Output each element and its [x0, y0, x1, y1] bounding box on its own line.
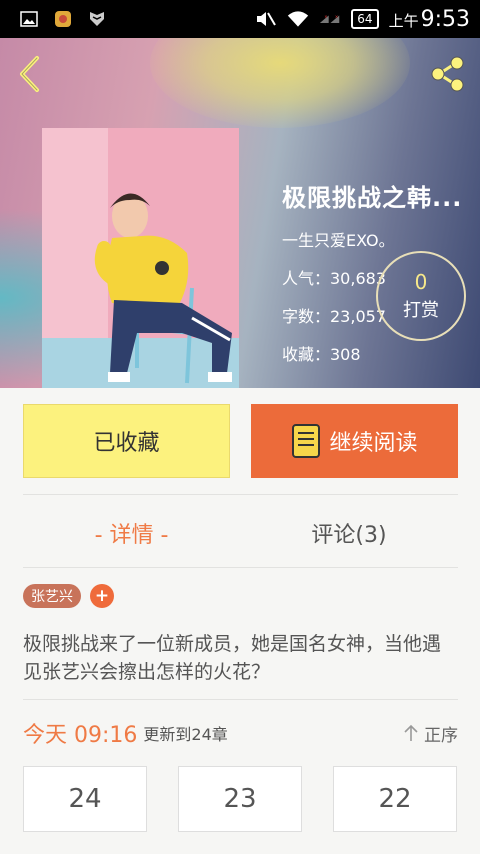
- collected-button[interactable]: 已收藏: [23, 404, 230, 478]
- mute-icon: [255, 10, 277, 28]
- back-button[interactable]: [12, 54, 48, 94]
- sort-toggle[interactable]: 正序: [402, 721, 458, 746]
- book-icon: [292, 424, 321, 458]
- status-bar: × × 64 上午9:53: [0, 0, 480, 38]
- divider: [23, 567, 458, 568]
- sort-up-icon: [404, 724, 418, 741]
- continue-reading-label: 继续阅读: [329, 431, 418, 456]
- book-description: 极限挑战来了一位新成员，她是国名女神，当他遇见张艺兴会擦出怎样的火花？: [23, 633, 442, 683]
- wifi-icon: [287, 10, 309, 28]
- app-icon: [52, 10, 74, 28]
- book-cover[interactable]: [42, 128, 239, 388]
- tab-details[interactable]: - 详情 -: [23, 500, 240, 566]
- battery-indicator: 64: [351, 9, 379, 29]
- divider: [23, 494, 458, 495]
- book-author[interactable]: 一生只爱EXO。: [282, 227, 472, 251]
- sort-label: 正序: [424, 725, 458, 746]
- continue-reading-button[interactable]: 继续阅读: [251, 404, 458, 478]
- shield-icon: [86, 10, 108, 28]
- signal-icon: × ×: [319, 10, 341, 28]
- tip-count: 0: [414, 270, 428, 294]
- svg-text:×: ×: [325, 14, 328, 19]
- svg-text:×: ×: [335, 14, 338, 19]
- book-header: 极限挑战之韩... 一生只爱EXO。 人气：30,683 字数：23,057 收…: [0, 38, 480, 388]
- book-favorites: 收藏：308: [282, 345, 361, 364]
- image-icon: [18, 10, 40, 28]
- book-title: 极限挑战之韩...: [282, 184, 463, 212]
- clock: 上午9:53: [388, 6, 470, 32]
- update-row: 今天 09:16 更新到24章 正序: [23, 716, 458, 750]
- divider: [23, 699, 458, 700]
- share-icon: [431, 56, 464, 92]
- cover-illustration: [42, 128, 239, 388]
- add-tag-button[interactable]: +: [90, 584, 114, 608]
- tab-comments[interactable]: 评论(3): [240, 500, 458, 566]
- back-icon: [20, 56, 39, 92]
- update-status: 更新到24章: [143, 725, 228, 744]
- chapter-button[interactable]: 24: [23, 766, 147, 832]
- chapter-button[interactable]: 23: [178, 766, 302, 832]
- tag-chip[interactable]: 张艺兴: [23, 584, 81, 608]
- share-button[interactable]: [428, 54, 468, 94]
- tip-button[interactable]: 0 打赏: [376, 251, 466, 341]
- tip-label: 打赏: [403, 300, 439, 321]
- chapter-button[interactable]: 22: [333, 766, 457, 832]
- update-time: 今天 09:16: [23, 723, 138, 748]
